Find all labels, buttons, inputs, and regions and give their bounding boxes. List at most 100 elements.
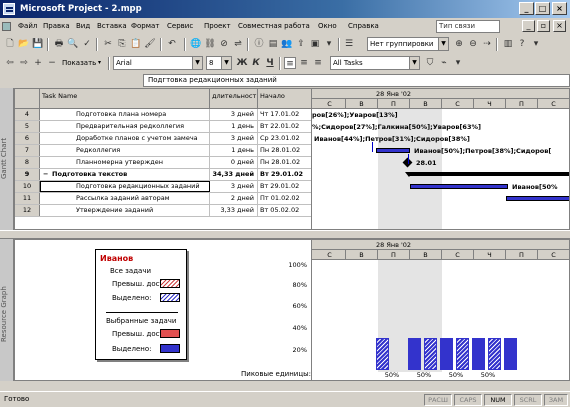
minimize-button[interactable]: _ [519,2,534,15]
task-bar[interactable] [410,184,508,189]
copy-picture-office-icon[interactable]: ▥ [502,38,514,50]
link-tasks-icon[interactable]: ⛓ [204,38,216,50]
start-cell[interactable]: Ср 23.01.02 [258,133,311,144]
row-id[interactable]: 8 [15,157,40,168]
row-id[interactable]: 11 [15,193,40,204]
hyperlink-icon[interactable]: 🌐 [190,38,202,50]
row-id[interactable]: 10 [15,181,40,192]
duration-cell[interactable]: 0 дней [210,157,258,168]
unlink-tasks-icon[interactable]: ⊘ [218,38,230,50]
format-painter-icon[interactable]: 🖌 [144,38,156,50]
id-header[interactable] [15,89,40,109]
duration-cell[interactable]: 2 дней [210,193,258,204]
pane-splitter[interactable] [0,230,570,239]
row-id[interactable]: 6 [15,133,40,144]
paste-icon[interactable]: 📋 [130,38,142,50]
start-cell[interactable]: Вт 22.01.02 [258,121,311,132]
start-cell[interactable]: Чт 17.01.02 [258,109,311,120]
doc-close-button[interactable]: × [553,20,566,32]
save-icon[interactable]: 💾 [32,38,44,50]
task-name-cell[interactable]: Планномерна утвержден [40,157,210,168]
new-icon[interactable]: 🗋 [4,38,16,50]
table-row[interactable]: 10 Подготовка редакционных заданий 3 дней В… [15,181,311,193]
allocation-bar[interactable] [408,338,421,370]
row-id[interactable]: 4 [15,109,40,120]
task-name-cell[interactable]: Подготовка редакционных заданий [40,181,210,192]
plus-icon[interactable]: + [32,57,44,69]
row-id[interactable]: 7 [15,145,40,156]
duration-cell[interactable]: 3 дней [210,181,258,192]
zoom-out-icon[interactable]: ⊖ [467,38,479,50]
show-button[interactable]: Показать [62,59,96,67]
font-select[interactable]: Arial ▼ [113,56,203,70]
split-task-icon[interactable]: ⇌ [232,38,244,50]
duration-cell[interactable]: 1 день [210,145,258,156]
menu-view[interactable]: Вид [76,22,90,30]
maximize-button[interactable]: □ [535,2,550,15]
allocation-bar[interactable] [424,338,437,370]
help-question-box[interactable]: Тип связи [436,20,500,33]
resource-view-bar[interactable]: Resource Graph [0,239,14,381]
row-id[interactable]: 5 [15,121,40,132]
align-left-icon[interactable]: ≡ [284,57,296,69]
allocation-bar[interactable] [376,338,389,370]
toolbar-options-icon[interactable]: ▾ [530,38,542,50]
toolbar-options-icon[interactable]: ▾ [452,57,464,69]
duration-cell[interactable]: 3 дней [210,133,258,144]
group-by-select[interactable]: Нет группировки ▼ [367,37,449,51]
table-row[interactable]: 5 Предварительная редколлегия 1 день Вт 22.… [15,121,311,133]
task-bar[interactable] [376,148,410,153]
start-header[interactable]: Начало [258,89,311,109]
bold-button[interactable]: Ж [236,57,248,69]
menu-tools[interactable]: Сервис [167,22,193,30]
allocation-bar[interactable] [456,338,469,370]
start-cell[interactable]: Вт 05.02.02 [258,205,311,216]
start-cell[interactable]: Пн 28.01.02 [258,157,311,168]
table-row[interactable]: 7 Редколлегия 1 день Пн 28.01.02 [15,145,311,157]
start-cell[interactable]: Вт 29.01.02 [258,181,311,192]
copy-icon[interactable]: ⎘ [116,38,128,50]
row-id[interactable]: 12 [15,205,40,216]
duration-cell[interactable]: 1 день [210,121,258,132]
table-row[interactable]: 4 Подготовка плана номера 3 дней Чт 17.01.0… [15,109,311,121]
task-name-cell[interactable]: − Подготовка текстов [40,169,210,180]
underline-button[interactable]: Ч [264,57,276,69]
align-right-icon[interactable]: ≡ [312,57,324,69]
autofilter-icon[interactable]: ⛉ [424,57,436,69]
duration-cell[interactable]: 34,33 дней [210,169,258,180]
table-row[interactable]: 9− Подготовка текстов 34,33 дней Вт 29.01.0… [15,169,311,181]
minus-icon[interactable]: − [46,57,58,69]
goto-task-icon[interactable]: ⇢ [481,38,493,50]
filter-select[interactable]: All Tasks ▼ [330,56,420,70]
task-name-cell[interactable]: Подготовка плана номера [40,109,210,120]
chevron-down-icon[interactable]: ▾ [98,59,101,66]
entry-field[interactable]: Подгтовка редакционных заданий [143,74,570,87]
task-name-cell[interactable]: Доработке планов с учетом замеча [40,133,210,144]
task-bar[interactable] [506,196,569,201]
menu-project[interactable]: Проект [204,22,231,30]
menu-window[interactable]: Окно [318,22,337,30]
table-row[interactable]: 11 Рассылка заданий авторам 2 дней Пт 01.02… [15,193,311,205]
table-row[interactable]: 12 Утверждение заданий 3,33 дней Вт 05.02.0… [15,205,311,217]
spelling-icon[interactable]: ✓ [81,38,93,50]
print-icon[interactable]: 🖶 [53,38,65,50]
help-icon[interactable]: ? [516,38,528,50]
menu-edit[interactable]: Правка [43,22,70,30]
summary-bar[interactable] [408,172,569,176]
allocation-bar[interactable] [440,338,453,370]
menu-insert[interactable]: Вставка [97,22,127,30]
print-preview-icon[interactable]: 🔍 [67,38,79,50]
allocation-bar[interactable] [504,338,517,370]
level-icon[interactable]: ☰ [343,38,355,50]
copy-picture-icon[interactable]: ▣ [309,38,321,50]
zoom-in-icon[interactable]: ⊕ [453,38,465,50]
arrow-left-icon[interactable]: ⇦ [4,57,16,69]
task-name-cell[interactable]: Рассылка заданий авторам [40,193,210,204]
close-button[interactable]: × [552,2,567,15]
italic-button[interactable]: К [250,57,262,69]
publish-icon[interactable]: ⇪ [295,38,307,50]
arrow-right-icon[interactable]: ⇨ [18,57,30,69]
doc-minimize-button[interactable]: _ [522,20,535,32]
align-center-icon[interactable]: ≡ [298,57,310,69]
app-icon[interactable] [3,3,15,15]
